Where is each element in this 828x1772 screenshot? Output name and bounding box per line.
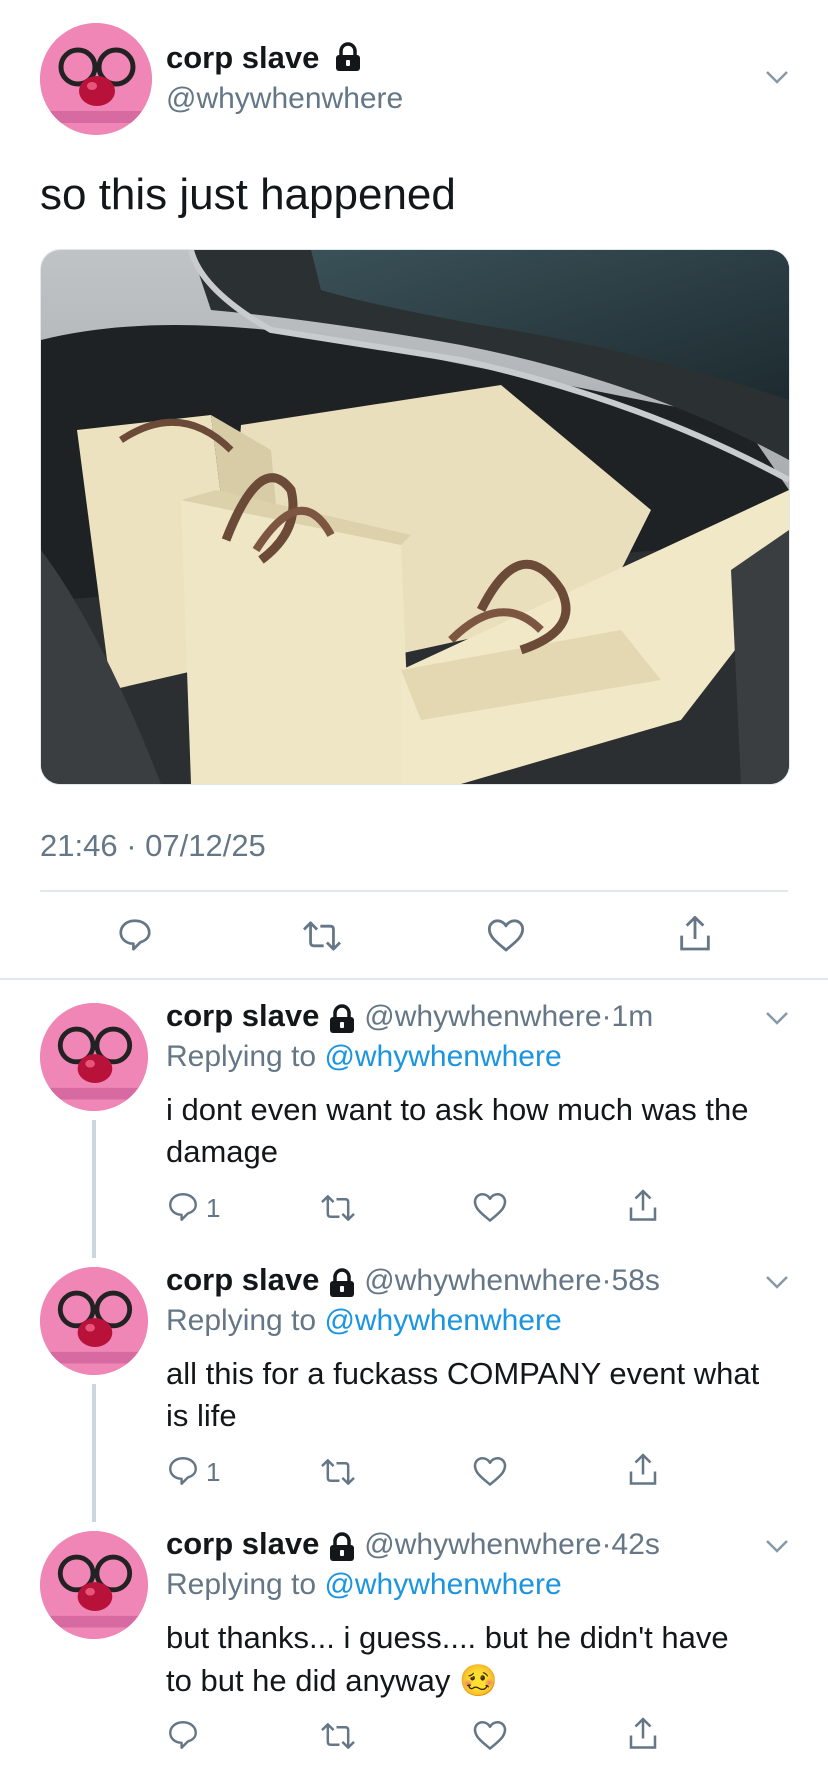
replying-to-link[interactable]: @whywhenwhere xyxy=(324,1568,561,1601)
replying-to-link[interactable]: @whywhenwhere xyxy=(324,1304,561,1337)
thread-line xyxy=(92,1120,96,1258)
reply-text-line: but thanks... i guess.... but he didn't … xyxy=(166,1620,729,1655)
chevron-down-icon[interactable] xyxy=(762,1003,792,1033)
reply-text-part: to but he did anyway xyxy=(166,1663,451,1698)
lock-icon xyxy=(329,1532,354,1561)
avatar[interactable] xyxy=(40,23,152,135)
replying-to-prefix: Replying to xyxy=(166,1568,317,1601)
display-name[interactable]: corp slave xyxy=(166,998,319,1033)
lock-icon xyxy=(329,1268,354,1297)
divider xyxy=(40,890,788,892)
reply-text-line: is life xyxy=(166,1398,237,1433)
retweet-icon[interactable] xyxy=(318,1456,358,1488)
replying-to: Replying to @whywhenwhere xyxy=(166,1568,562,1602)
reply-time: 1m xyxy=(611,1000,654,1033)
reply-count: 1 xyxy=(206,1457,221,1487)
chevron-down-icon[interactable] xyxy=(762,62,792,92)
tweet-text: so this just happened xyxy=(40,170,456,219)
dot-separator: · xyxy=(601,1000,612,1033)
replying-to: Replying to @whywhenwhere xyxy=(166,1040,562,1074)
tweet-photo[interactable] xyxy=(40,249,790,785)
reply-header: corp slave @whywhenwhere·58s xyxy=(166,1262,660,1298)
section-divider xyxy=(0,978,828,980)
reply-text-line: i dont even want to ask how much was the xyxy=(166,1092,749,1127)
dot-separator: · xyxy=(601,1528,612,1561)
reply-header: corp slave @whywhenwhere·1m xyxy=(166,998,653,1034)
share-icon[interactable] xyxy=(626,1716,660,1752)
reply-text-line: to but he did anyway 🥴 xyxy=(166,1662,498,1699)
replying-to: Replying to @whywhenwhere xyxy=(166,1304,562,1338)
display-name[interactable]: corp slave xyxy=(166,1262,319,1297)
share-icon[interactable] xyxy=(626,1452,660,1488)
lock-icon xyxy=(336,42,360,71)
share-icon[interactable] xyxy=(626,1188,660,1224)
retweet-icon[interactable] xyxy=(318,1192,358,1224)
like-heart-icon[interactable] xyxy=(472,1190,508,1224)
avatar-image xyxy=(40,23,152,135)
handle[interactable]: @whywhenwhere xyxy=(166,82,403,116)
share-icon[interactable] xyxy=(676,914,714,954)
reply-icon[interactable] xyxy=(166,1190,200,1224)
avatar-image xyxy=(40,1003,148,1111)
photo-car-trunk-bags xyxy=(41,250,789,784)
tweet-timestamp: 21:46 · 07/12/25 xyxy=(40,828,266,863)
avatar[interactable] xyxy=(40,1003,148,1111)
chevron-down-icon[interactable] xyxy=(762,1267,792,1297)
replying-to-prefix: Replying to xyxy=(166,1304,317,1337)
display-name-text: corp slave xyxy=(166,40,320,75)
retweet-icon[interactable] xyxy=(300,918,344,954)
reply-count: 1 xyxy=(206,1193,221,1223)
chevron-down-icon[interactable] xyxy=(762,1531,792,1561)
reply-text-line: all this for a fuckass COMPANY event wha… xyxy=(166,1356,760,1391)
like-heart-icon[interactable] xyxy=(486,916,526,954)
woozy-face-emoji: 🥴 xyxy=(458,1663,498,1698)
dot-separator: · xyxy=(601,1264,612,1297)
reply-icon[interactable] xyxy=(166,1718,200,1752)
avatar-image xyxy=(40,1531,148,1639)
lock-icon xyxy=(329,1004,354,1033)
thread-line xyxy=(92,1384,96,1522)
display-name[interactable]: corp slave xyxy=(166,40,362,76)
avatar[interactable] xyxy=(40,1531,148,1639)
replying-to-link[interactable]: @whywhenwhere xyxy=(324,1040,561,1073)
reply-time: 42s xyxy=(611,1528,660,1561)
reply-text-line: damage xyxy=(166,1134,279,1169)
reply-header: corp slave @whywhenwhere·42s xyxy=(166,1526,660,1562)
like-heart-icon[interactable] xyxy=(472,1454,508,1488)
handle[interactable]: @whywhenwhere xyxy=(364,1264,601,1297)
handle[interactable]: @whywhenwhere xyxy=(364,1000,601,1033)
handle[interactable]: @whywhenwhere xyxy=(364,1528,601,1561)
display-name[interactable]: corp slave xyxy=(166,1526,319,1561)
like-heart-icon[interactable] xyxy=(472,1718,508,1752)
reply-icon[interactable] xyxy=(166,1454,200,1488)
retweet-icon[interactable] xyxy=(318,1720,358,1752)
reply-icon[interactable] xyxy=(116,916,154,954)
avatar-image xyxy=(40,1267,148,1375)
reply-time: 58s xyxy=(611,1264,660,1297)
avatar[interactable] xyxy=(40,1267,148,1375)
replying-to-prefix: Replying to xyxy=(166,1040,317,1073)
